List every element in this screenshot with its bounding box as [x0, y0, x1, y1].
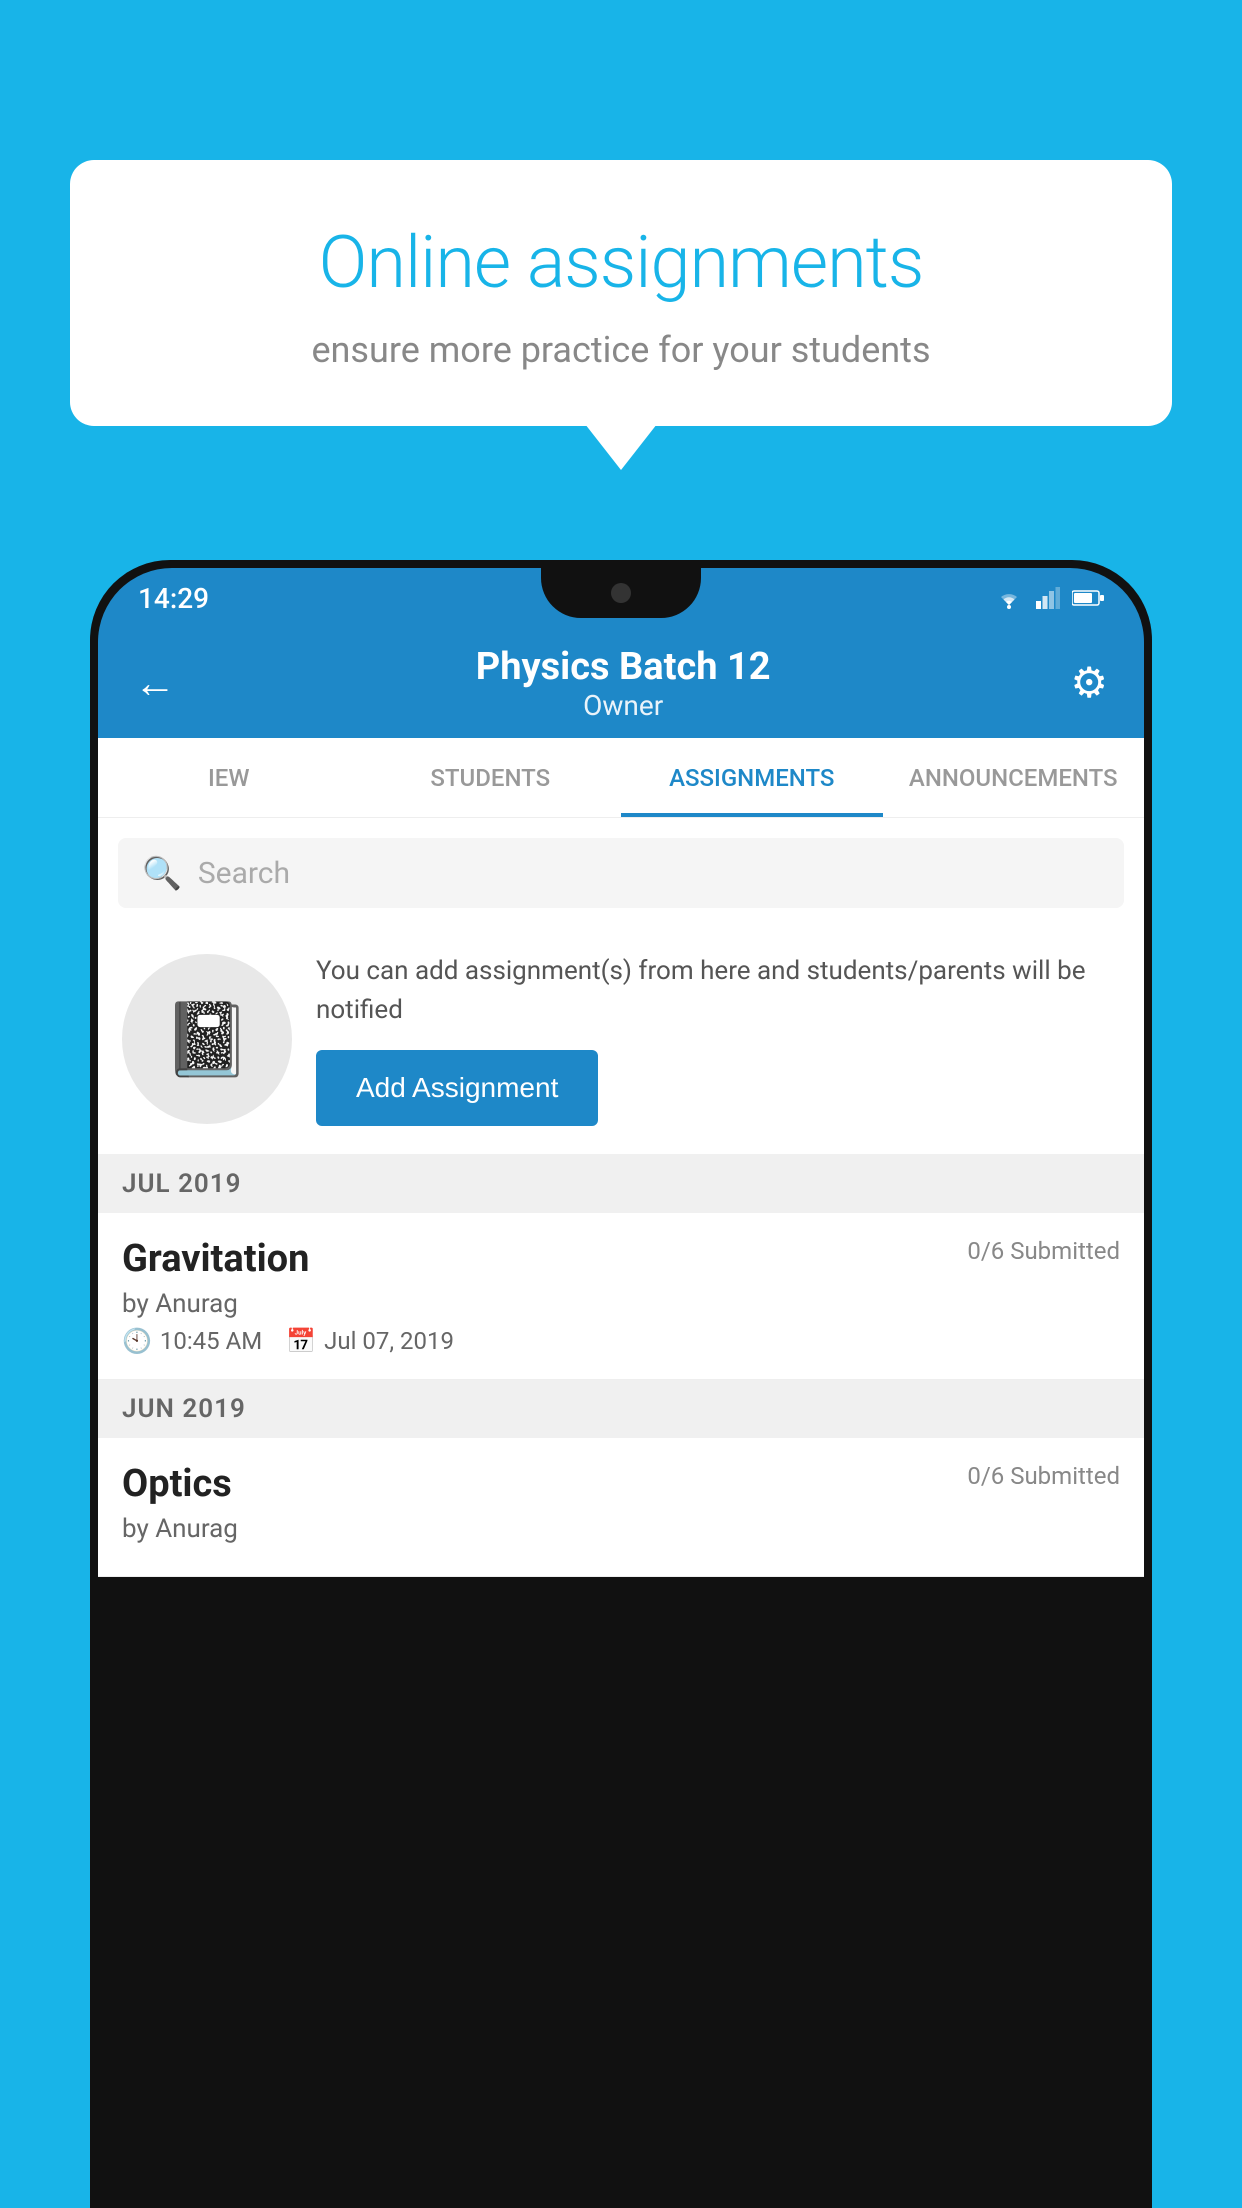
clock-icon: 🕙: [122, 1327, 152, 1355]
phone-frame: 14:29: [90, 560, 1152, 2208]
speech-bubble-container: Online assignments ensure more practice …: [70, 160, 1172, 426]
assignment-author-optics: by Anurag: [122, 1514, 1120, 1544]
assignment-header-row: Gravitation 0/6 Submitted: [122, 1237, 1120, 1281]
tab-announcements[interactable]: ANNOUNCEMENTS: [883, 738, 1145, 817]
assignment-title: Gravitation: [122, 1237, 309, 1281]
assignment-title-optics: Optics: [122, 1462, 232, 1506]
battery-icon: [1072, 589, 1104, 607]
status-icons: [994, 587, 1104, 609]
assignment-meta: 🕙 10:45 AM 📅 Jul 07, 2019: [122, 1327, 1120, 1355]
notebook-icon: 📓: [162, 997, 252, 1082]
speech-bubble: Online assignments ensure more practice …: [70, 160, 1172, 426]
tabs-bar: IEW STUDENTS ASSIGNMENTS ANNOUNCEMENTS: [98, 738, 1144, 818]
assignment-submitted-optics: 0/6 Submitted: [967, 1462, 1120, 1490]
section-header-jun: JUN 2019: [98, 1380, 1144, 1438]
settings-icon[interactable]: ⚙: [1070, 658, 1108, 708]
add-assignment-button[interactable]: Add Assignment: [316, 1050, 598, 1126]
search-bar[interactable]: 🔍 Search: [118, 838, 1124, 908]
assignment-header-row-optics: Optics 0/6 Submitted: [122, 1462, 1120, 1506]
promo-area: 📓 You can add assignment(s) from here an…: [98, 924, 1144, 1155]
signal-icon: [1036, 587, 1060, 609]
status-time: 14:29: [138, 582, 209, 615]
assignment-author: by Anurag: [122, 1289, 1120, 1319]
app-bar-subtitle: Owner: [476, 689, 771, 722]
promo-right: You can add assignment(s) from here and …: [316, 952, 1120, 1126]
wifi-icon: [994, 587, 1024, 609]
search-placeholder: Search: [198, 856, 290, 891]
search-container: 🔍 Search: [98, 818, 1144, 924]
tab-iew[interactable]: IEW: [98, 738, 360, 817]
calendar-icon: 📅: [286, 1327, 316, 1355]
screen-content: 🔍 Search 📓 You can add assignment(s) fro…: [98, 818, 1144, 1577]
tab-students[interactable]: STUDENTS: [360, 738, 622, 817]
notch-camera: [611, 583, 631, 603]
speech-bubble-subtitle: ensure more practice for your students: [120, 329, 1122, 371]
speech-bubble-title: Online assignments: [120, 220, 1122, 305]
app-bar-title-container: Physics Batch 12 Owner: [476, 645, 771, 722]
tab-assignments[interactable]: ASSIGNMENTS: [621, 738, 883, 817]
app-bar-title: Physics Batch 12: [476, 645, 771, 689]
status-bar: 14:29: [98, 568, 1144, 628]
assignment-date: 📅 Jul 07, 2019: [286, 1327, 454, 1355]
assignment-time: 🕙 10:45 AM: [122, 1327, 262, 1355]
assignment-icon-circle: 📓: [122, 954, 292, 1124]
assignment-submitted: 0/6 Submitted: [967, 1237, 1120, 1265]
assignment-item-gravitation[interactable]: Gravitation 0/6 Submitted by Anurag 🕙 10…: [98, 1213, 1144, 1380]
app-bar: ← Physics Batch 12 Owner ⚙: [98, 628, 1144, 738]
search-icon: 🔍: [142, 854, 182, 892]
promo-text: You can add assignment(s) from here and …: [316, 952, 1120, 1030]
back-button[interactable]: ←: [134, 659, 176, 708]
notch: [541, 568, 701, 618]
phone-inner: 14:29: [98, 568, 1144, 2208]
assignment-item-optics[interactable]: Optics 0/6 Submitted by Anurag: [98, 1438, 1144, 1577]
section-header-jul: JUL 2019: [98, 1155, 1144, 1213]
